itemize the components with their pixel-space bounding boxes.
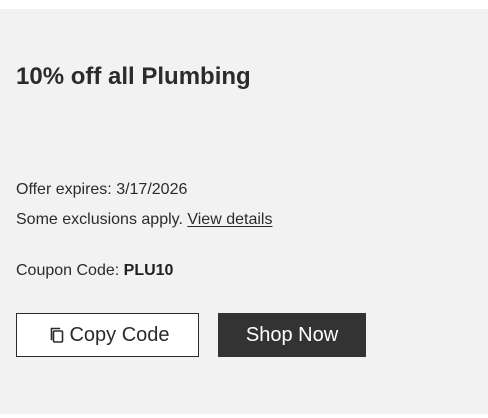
- exclusions-text: Some exclusions apply.: [16, 211, 183, 228]
- shop-now-button[interactable]: Shop Now: [218, 313, 366, 357]
- offer-exclusions: Some exclusions apply. View details: [16, 208, 272, 232]
- copy-code-label: Copy Code: [69, 323, 170, 346]
- shop-now-label: Shop Now: [245, 323, 339, 346]
- copy-code-button[interactable]: Copy Code: [16, 313, 199, 357]
- view-details-link[interactable]: View details: [187, 211, 272, 228]
- coupon-card: 10% off all Plumbing Offer expires: 3/17…: [0, 9, 488, 414]
- offer-title: 10% off all Plumbing: [16, 63, 251, 90]
- copy-icon: [45, 325, 65, 345]
- coupon-code-label: Coupon Code:: [16, 262, 120, 279]
- offer-expiry: Offer expires: 3/17/2026: [16, 181, 188, 198]
- coupon-code-value: PLU10: [123, 262, 174, 279]
- coupon-code-line: Coupon Code: PLU10: [16, 259, 173, 283]
